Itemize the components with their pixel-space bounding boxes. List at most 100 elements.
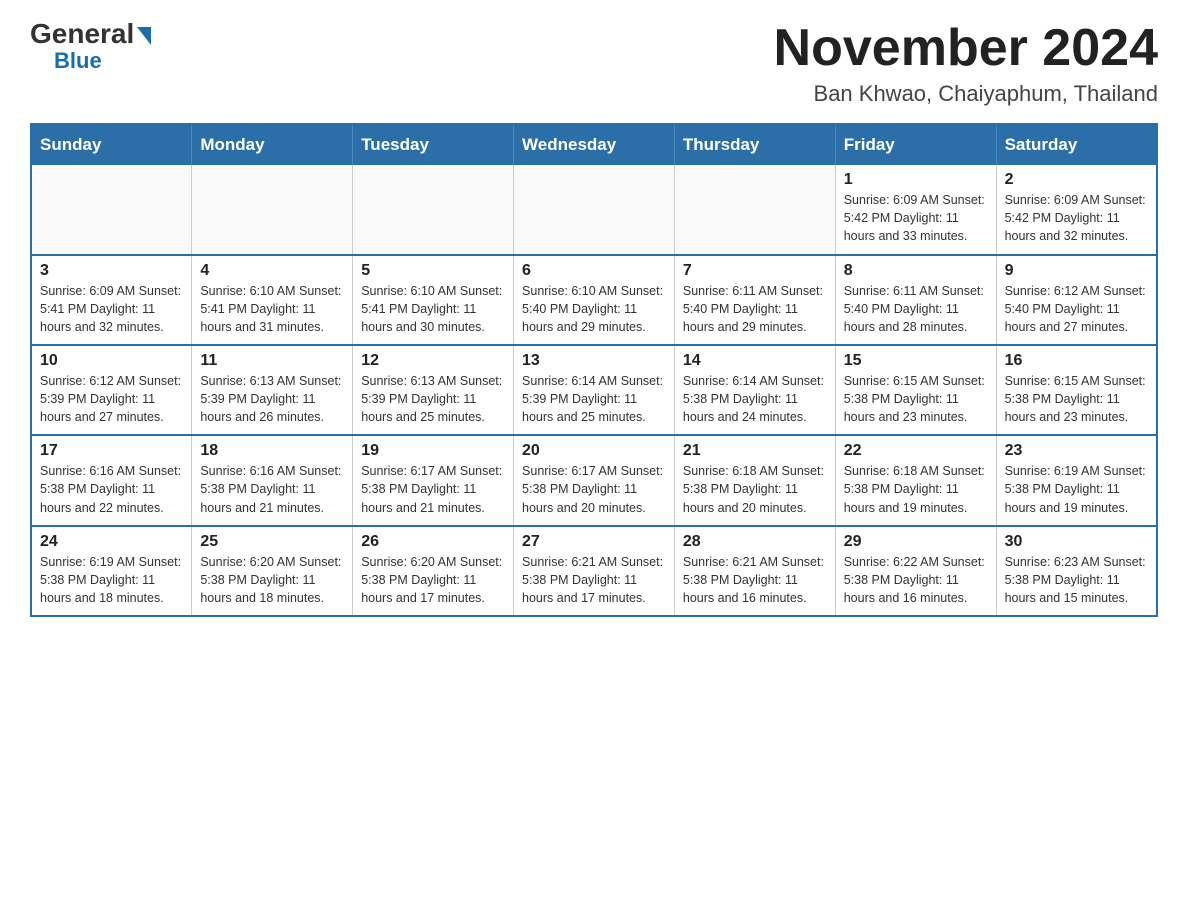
day-number: 26 <box>361 533 505 551</box>
day-info: Sunrise: 6:12 AM Sunset: 5:40 PM Dayligh… <box>1005 282 1148 336</box>
calendar-cell: 1 Sunrise: 6:09 AM Sunset: 5:42 PM Daylig… <box>835 165 996 254</box>
calendar-cell: 21 Sunrise: 6:18 AM Sunset: 5:38 PM Dayli… <box>674 435 835 525</box>
calendar-header-monday: Monday <box>192 124 353 165</box>
day-info: Sunrise: 6:19 AM Sunset: 5:38 PM Dayligh… <box>40 553 183 607</box>
calendar-cell: 17 Sunrise: 6:16 AM Sunset: 5:38 PM Dayli… <box>31 435 192 525</box>
day-info: Sunrise: 6:09 AM Sunset: 5:42 PM Dayligh… <box>1005 191 1148 245</box>
day-number: 7 <box>683 262 827 280</box>
day-number: 14 <box>683 352 827 370</box>
calendar-cell: 5 Sunrise: 6:10 AM Sunset: 5:41 PM Daylig… <box>353 255 514 345</box>
day-info: Sunrise: 6:13 AM Sunset: 5:39 PM Dayligh… <box>200 372 344 426</box>
day-info: Sunrise: 6:11 AM Sunset: 5:40 PM Dayligh… <box>844 282 988 336</box>
calendar-cell: 29 Sunrise: 6:22 AM Sunset: 5:38 PM Dayli… <box>835 526 996 616</box>
day-number: 2 <box>1005 171 1148 189</box>
day-number: 11 <box>200 352 344 370</box>
calendar-cell: 9 Sunrise: 6:12 AM Sunset: 5:40 PM Daylig… <box>996 255 1157 345</box>
calendar-header-saturday: Saturday <box>996 124 1157 165</box>
day-number: 28 <box>683 533 827 551</box>
day-info: Sunrise: 6:19 AM Sunset: 5:38 PM Dayligh… <box>1005 462 1148 516</box>
location-title: Ban Khwao, Chaiyaphum, Thailand <box>774 81 1158 107</box>
day-info: Sunrise: 6:21 AM Sunset: 5:38 PM Dayligh… <box>683 553 827 607</box>
day-number: 21 <box>683 442 827 460</box>
calendar-cell: 14Sunrise: 6:14 AM Sunset: 5:38 PM Dayli… <box>674 345 835 435</box>
calendar-cell <box>514 165 675 254</box>
day-number: 19 <box>361 442 505 460</box>
calendar-cell: 22 Sunrise: 6:18 AM Sunset: 5:38 PM Dayli… <box>835 435 996 525</box>
day-info: Sunrise: 6:20 AM Sunset: 5:38 PM Dayligh… <box>200 553 344 607</box>
day-info: Sunrise: 6:17 AM Sunset: 5:38 PM Dayligh… <box>361 462 505 516</box>
day-number: 25 <box>200 533 344 551</box>
calendar-cell: 25 Sunrise: 6:20 AM Sunset: 5:38 PM Dayli… <box>192 526 353 616</box>
calendar-cell: 7 Sunrise: 6:11 AM Sunset: 5:40 PM Daylig… <box>674 255 835 345</box>
day-number: 12 <box>361 352 505 370</box>
day-number: 13 <box>522 352 666 370</box>
calendar-header-friday: Friday <box>835 124 996 165</box>
calendar-cell: 26Sunrise: 6:20 AM Sunset: 5:38 PM Dayli… <box>353 526 514 616</box>
calendar-week-row: 3 Sunrise: 6:09 AM Sunset: 5:41 PM Daylig… <box>31 255 1157 345</box>
day-info: Sunrise: 6:17 AM Sunset: 5:38 PM Dayligh… <box>522 462 666 516</box>
day-number: 27 <box>522 533 666 551</box>
calendar-header-sunday: Sunday <box>31 124 192 165</box>
calendar-week-row: 24 Sunrise: 6:19 AM Sunset: 5:38 PM Dayli… <box>31 526 1157 616</box>
day-info: Sunrise: 6:21 AM Sunset: 5:38 PM Dayligh… <box>522 553 666 607</box>
calendar-cell <box>192 165 353 254</box>
calendar-cell: 12 Sunrise: 6:13 AM Sunset: 5:39 PM Dayli… <box>353 345 514 435</box>
logo-blue-text: Blue <box>54 48 102 74</box>
day-info: Sunrise: 6:09 AM Sunset: 5:41 PM Dayligh… <box>40 282 183 336</box>
calendar-cell: 27 Sunrise: 6:21 AM Sunset: 5:38 PM Dayli… <box>514 526 675 616</box>
calendar-cell: 16Sunrise: 6:15 AM Sunset: 5:38 PM Dayli… <box>996 345 1157 435</box>
day-number: 9 <box>1005 262 1148 280</box>
day-number: 6 <box>522 262 666 280</box>
day-number: 4 <box>200 262 344 280</box>
calendar-cell: 23 Sunrise: 6:19 AM Sunset: 5:38 PM Dayli… <box>996 435 1157 525</box>
calendar-cell: 15Sunrise: 6:15 AM Sunset: 5:38 PM Dayli… <box>835 345 996 435</box>
day-info: Sunrise: 6:10 AM Sunset: 5:41 PM Dayligh… <box>361 282 505 336</box>
calendar-cell: 4Sunrise: 6:10 AM Sunset: 5:41 PM Daylig… <box>192 255 353 345</box>
calendar-cell: 11 Sunrise: 6:13 AM Sunset: 5:39 PM Dayli… <box>192 345 353 435</box>
calendar-cell <box>674 165 835 254</box>
calendar-cell: 13 Sunrise: 6:14 AM Sunset: 5:39 PM Dayli… <box>514 345 675 435</box>
day-info: Sunrise: 6:18 AM Sunset: 5:38 PM Dayligh… <box>683 462 827 516</box>
day-number: 1 <box>844 171 988 189</box>
day-number: 15 <box>844 352 988 370</box>
logo: General Blue <box>30 20 151 74</box>
calendar-week-row: 17 Sunrise: 6:16 AM Sunset: 5:38 PM Dayli… <box>31 435 1157 525</box>
calendar-table: SundayMondayTuesdayWednesdayThursdayFrid… <box>30 123 1158 617</box>
day-info: Sunrise: 6:13 AM Sunset: 5:39 PM Dayligh… <box>361 372 505 426</box>
header: General Blue November 2024 Ban Khwao, Ch… <box>30 20 1158 107</box>
month-title: November 2024 <box>774 20 1158 77</box>
title-area: November 2024 Ban Khwao, Chaiyaphum, Tha… <box>774 20 1158 107</box>
day-info: Sunrise: 6:22 AM Sunset: 5:38 PM Dayligh… <box>844 553 988 607</box>
day-info: Sunrise: 6:16 AM Sunset: 5:38 PM Dayligh… <box>200 462 344 516</box>
calendar-header-row: SundayMondayTuesdayWednesdayThursdayFrid… <box>31 124 1157 165</box>
calendar-cell: 6Sunrise: 6:10 AM Sunset: 5:40 PM Daylig… <box>514 255 675 345</box>
day-number: 17 <box>40 442 183 460</box>
day-number: 16 <box>1005 352 1148 370</box>
calendar-cell: 24 Sunrise: 6:19 AM Sunset: 5:38 PM Dayli… <box>31 526 192 616</box>
calendar-cell: 28 Sunrise: 6:21 AM Sunset: 5:38 PM Dayli… <box>674 526 835 616</box>
day-number: 18 <box>200 442 344 460</box>
calendar-cell: 30Sunrise: 6:23 AM Sunset: 5:38 PM Dayli… <box>996 526 1157 616</box>
calendar-cell: 3 Sunrise: 6:09 AM Sunset: 5:41 PM Daylig… <box>31 255 192 345</box>
day-number: 29 <box>844 533 988 551</box>
day-number: 8 <box>844 262 988 280</box>
calendar-cell <box>31 165 192 254</box>
day-info: Sunrise: 6:16 AM Sunset: 5:38 PM Dayligh… <box>40 462 183 516</box>
calendar-header-wednesday: Wednesday <box>514 124 675 165</box>
day-info: Sunrise: 6:09 AM Sunset: 5:42 PM Dayligh… <box>844 191 988 245</box>
calendar-cell: 19 Sunrise: 6:17 AM Sunset: 5:38 PM Dayli… <box>353 435 514 525</box>
calendar-cell: 8 Sunrise: 6:11 AM Sunset: 5:40 PM Daylig… <box>835 255 996 345</box>
day-number: 3 <box>40 262 183 280</box>
day-info: Sunrise: 6:14 AM Sunset: 5:39 PM Dayligh… <box>522 372 666 426</box>
day-number: 23 <box>1005 442 1148 460</box>
calendar-cell: 2 Sunrise: 6:09 AM Sunset: 5:42 PM Daylig… <box>996 165 1157 254</box>
day-info: Sunrise: 6:11 AM Sunset: 5:40 PM Dayligh… <box>683 282 827 336</box>
day-number: 30 <box>1005 533 1148 551</box>
day-number: 24 <box>40 533 183 551</box>
calendar-cell: 10Sunrise: 6:12 AM Sunset: 5:39 PM Dayli… <box>31 345 192 435</box>
day-number: 22 <box>844 442 988 460</box>
day-info: Sunrise: 6:12 AM Sunset: 5:39 PM Dayligh… <box>40 372 183 426</box>
day-info: Sunrise: 6:18 AM Sunset: 5:38 PM Dayligh… <box>844 462 988 516</box>
day-number: 5 <box>361 262 505 280</box>
calendar-header-tuesday: Tuesday <box>353 124 514 165</box>
